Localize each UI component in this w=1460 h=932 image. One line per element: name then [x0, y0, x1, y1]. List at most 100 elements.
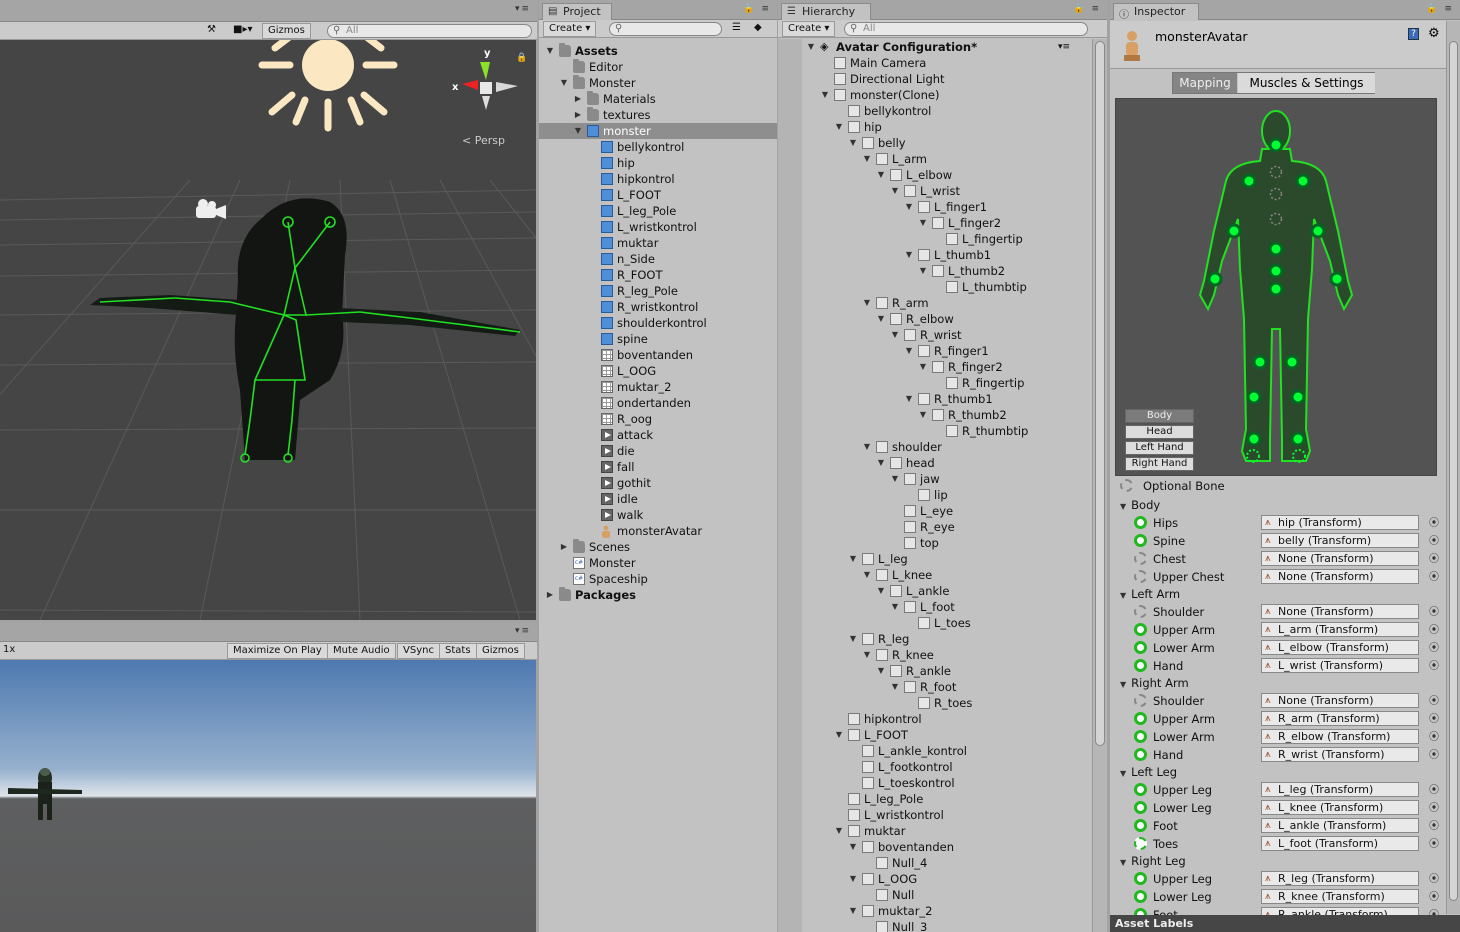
hierarchy-item[interactable]: R_thumbtip: [778, 423, 1092, 439]
project-item[interactable]: boventanden: [539, 347, 777, 363]
filter-type-icon[interactable]: ☰: [727, 21, 746, 37]
hierarchy-search-input[interactable]: All: [844, 22, 1088, 36]
hierarchy-item[interactable]: ▼ L_ankle: [778, 583, 1092, 599]
expanded-arrow-icon[interactable]: ▼: [559, 75, 569, 91]
hierarchy-item[interactable]: Directional Light: [778, 71, 1092, 87]
hierarchy-item[interactable]: ▼ R_thumb2: [778, 407, 1092, 423]
object-picker-icon[interactable]: ⦿: [1429, 551, 1439, 569]
game-toolbar-button[interactable]: VSync: [397, 643, 440, 659]
bone-dot[interactable]: [1246, 389, 1262, 405]
expanded-arrow-icon[interactable]: ▼: [918, 359, 928, 375]
scene-search-input[interactable]: All: [327, 24, 532, 38]
object-picker-icon[interactable]: ⦿: [1429, 729, 1439, 747]
hierarchy-item[interactable]: ▼ ◈ Avatar Configuration* ▾≡: [778, 39, 1092, 55]
bone-section-header[interactable]: Body: [1120, 498, 1160, 512]
project-item[interactable]: ▶ Packages: [539, 587, 777, 603]
bone-dot[interactable]: [1268, 263, 1284, 279]
project-item[interactable]: L_leg_Pole: [539, 203, 777, 219]
tab-muscles-settings[interactable]: Muscles & Settings: [1238, 73, 1375, 93]
bone-transform-field[interactable]: L_elbow (Transform): [1261, 640, 1419, 655]
expanded-arrow-icon[interactable]: ▼: [848, 903, 858, 919]
scene-menu-icon[interactable]: ▾≡: [1058, 39, 1070, 55]
expanded-arrow-icon[interactable]: ▼: [862, 567, 872, 583]
game-viewport[interactable]: [0, 660, 536, 932]
hierarchy-item[interactable]: top: [778, 535, 1092, 551]
hierarchy-item[interactable]: hipkontrol: [778, 711, 1092, 727]
project-item[interactable]: c# Spaceship: [539, 571, 777, 587]
right-hand-view-button[interactable]: Right Hand: [1125, 457, 1194, 471]
hierarchy-item[interactable]: ▼ R_foot: [778, 679, 1092, 695]
hierarchy-item[interactable]: ▼ head: [778, 455, 1092, 471]
project-item[interactable]: attack: [539, 427, 777, 443]
expanded-arrow-icon[interactable]: ▼: [904, 343, 914, 359]
bone-transform-field[interactable]: L_leg (Transform): [1261, 782, 1419, 797]
bone-dot[interactable]: [1290, 389, 1306, 405]
object-picker-icon[interactable]: ⦿: [1429, 622, 1439, 640]
hierarchy-item[interactable]: ▼ R_elbow: [778, 311, 1092, 327]
object-picker-icon[interactable]: ⦿: [1429, 907, 1439, 915]
bone-transform-field[interactable]: L_foot (Transform): [1261, 836, 1419, 851]
bone-dot[interactable]: [1207, 271, 1223, 287]
bone-dot[interactable]: [1290, 431, 1306, 447]
left-hand-view-button[interactable]: Left Hand: [1125, 441, 1194, 455]
hierarchy-item[interactable]: R_eye: [778, 519, 1092, 535]
project-item[interactable]: n_Side: [539, 251, 777, 267]
hierarchy-item[interactable]: bellykontrol: [778, 103, 1092, 119]
project-item[interactable]: ▶ Scenes: [539, 539, 777, 555]
expanded-arrow-icon[interactable]: ▼: [876, 583, 886, 599]
tab-mapping[interactable]: Mapping: [1173, 73, 1237, 93]
hierarchy-item[interactable]: L_footkontrol: [778, 759, 1092, 775]
object-picker-icon[interactable]: ⦿: [1429, 640, 1439, 658]
hierarchy-item[interactable]: ▼ L_knee: [778, 567, 1092, 583]
project-item[interactable]: c# Monster: [539, 555, 777, 571]
expanded-arrow-icon[interactable]: ▼: [876, 311, 886, 327]
expanded-arrow-icon[interactable]: ▼: [834, 727, 844, 743]
hierarchy-item[interactable]: ▼ muktar_2: [778, 903, 1092, 919]
bone-transform-field[interactable]: None (Transform): [1261, 551, 1419, 566]
project-item[interactable]: ondertanden: [539, 395, 777, 411]
bone-dot[interactable]: [1295, 173, 1311, 189]
project-tab-menu[interactable]: 🔒 ≡: [743, 4, 771, 14]
hierarchy-item[interactable]: Null: [778, 887, 1092, 903]
game-toolbar-button[interactable]: Mute Audio: [327, 643, 396, 659]
project-item[interactable]: ▼ monster: [539, 123, 777, 139]
bone-transform-field[interactable]: None (Transform): [1261, 604, 1419, 619]
object-picker-icon[interactable]: ⦿: [1429, 515, 1439, 533]
expanded-arrow-icon[interactable]: ▼: [862, 647, 872, 663]
expanded-arrow-icon[interactable]: ▼: [806, 39, 816, 55]
expanded-arrow-icon[interactable]: ▼: [573, 123, 583, 139]
bone-transform-field[interactable]: None (Transform): [1261, 693, 1419, 708]
tab-project[interactable]: ▤ Project: [542, 3, 612, 20]
expanded-arrow-icon[interactable]: ▼: [904, 199, 914, 215]
expanded-arrow-icon[interactable]: ▼: [918, 215, 928, 231]
expanded-arrow-icon[interactable]: ▼: [848, 631, 858, 647]
object-picker-icon[interactable]: ⦿: [1429, 711, 1439, 729]
project-item[interactable]: fall: [539, 459, 777, 475]
bone-transform-field[interactable]: R_ankle (Transform): [1261, 907, 1419, 915]
hierarchy-item[interactable]: ▼ L_FOOT: [778, 727, 1092, 743]
expanded-arrow-icon[interactable]: ▼: [876, 455, 886, 471]
bone-dot[interactable]: [1284, 354, 1300, 370]
hierarchy-item[interactable]: L_eye: [778, 503, 1092, 519]
bone-transform-field[interactable]: R_leg (Transform): [1261, 871, 1419, 886]
hierarchy-item[interactable]: R_fingertip: [778, 375, 1092, 391]
hierarchy-item[interactable]: L_toes: [778, 615, 1092, 631]
bone-transform-field[interactable]: R_elbow (Transform): [1261, 729, 1419, 744]
project-item[interactable]: muktar_2: [539, 379, 777, 395]
expanded-arrow-icon[interactable]: ▼: [890, 471, 900, 487]
expanded-arrow-icon[interactable]: ▼: [848, 551, 858, 567]
object-picker-icon[interactable]: ⦿: [1429, 747, 1439, 765]
expanded-arrow-icon[interactable]: ▼: [890, 183, 900, 199]
scene-tools-icon[interactable]: ⚒: [202, 23, 221, 39]
hierarchy-item[interactable]: lip: [778, 487, 1092, 503]
object-picker-icon[interactable]: ⦿: [1429, 693, 1439, 711]
hierarchy-item[interactable]: ▼ R_leg: [778, 631, 1092, 647]
game-toolbar-button[interactable]: Gizmos: [476, 643, 525, 659]
hierarchy-item[interactable]: ▼ L_OOG: [778, 871, 1092, 887]
tab-inspector[interactable]: ⓘ Inspector: [1113, 3, 1199, 21]
hierarchy-item[interactable]: ▼ L_elbow: [778, 167, 1092, 183]
bone-dot[interactable]: [1268, 241, 1284, 257]
expanded-arrow-icon[interactable]: ▼: [834, 823, 844, 839]
collapsed-arrow-icon[interactable]: ▶: [545, 587, 555, 603]
lock-icon[interactable]: 🔒: [516, 52, 527, 63]
